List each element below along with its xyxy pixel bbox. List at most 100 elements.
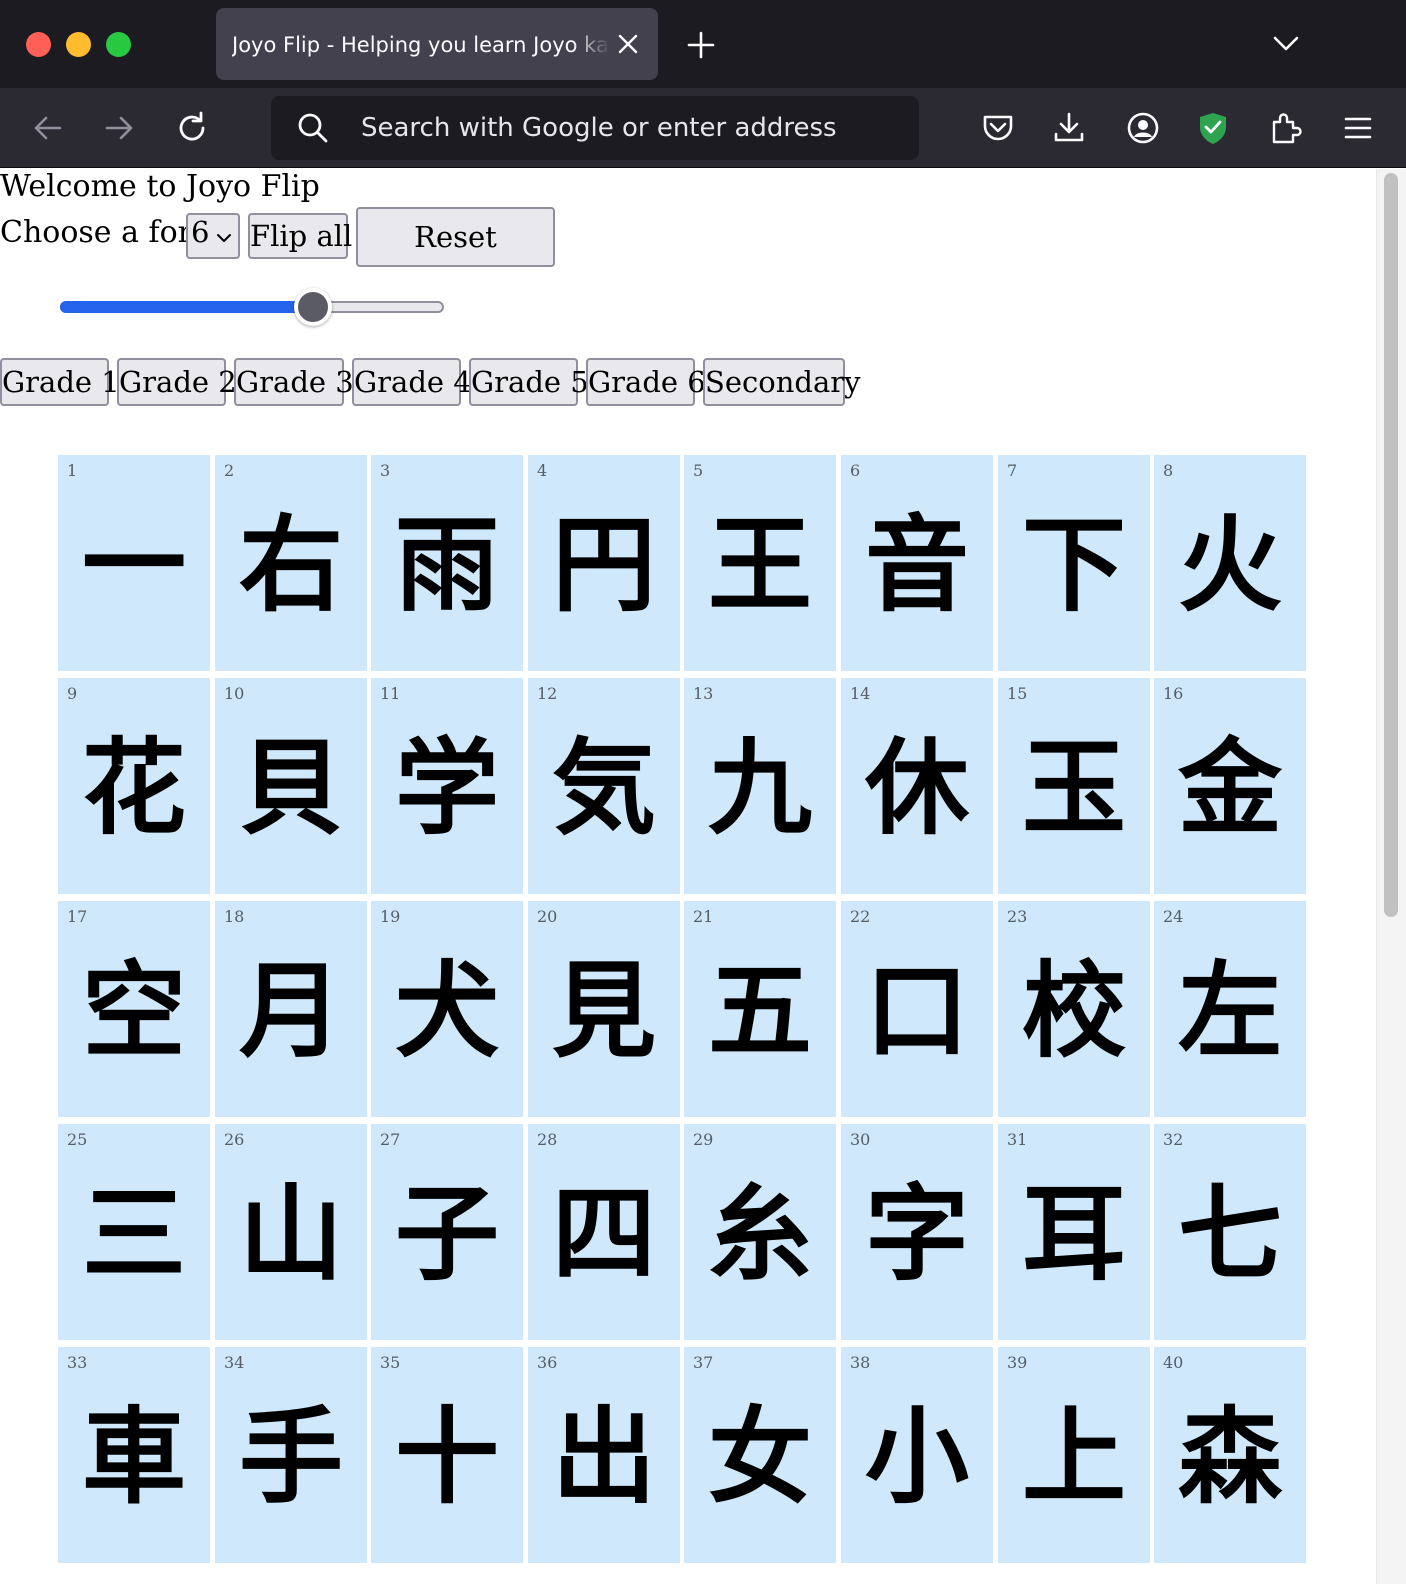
- forward-icon[interactable]: [101, 110, 137, 146]
- card-number: 28: [537, 1130, 558, 1149]
- kanji-card[interactable]: 11 学: [371, 678, 523, 894]
- kanji-card[interactable]: 1一: [58, 455, 210, 671]
- card-number: 12: [537, 684, 558, 703]
- slider-fill: [60, 301, 313, 313]
- grade-button-5[interactable]: Grade 5: [469, 358, 589, 406]
- kanji-card[interactable]: 23 校: [998, 901, 1150, 1117]
- kanji-card[interactable]: 16 金: [1154, 678, 1306, 894]
- plus-icon[interactable]: [686, 30, 716, 60]
- account-icon[interactable]: [1125, 110, 1161, 146]
- card-kanji: 上: [1021, 1395, 1126, 1518]
- card-kanji: 左: [1177, 949, 1282, 1072]
- card-number: 3: [380, 461, 391, 480]
- window-zoom-button[interactable]: [106, 32, 131, 57]
- kanji-card[interactable]: 36 出: [528, 1347, 680, 1563]
- back-icon[interactable]: [30, 110, 66, 146]
- kanji-card[interactable]: 18 月: [215, 901, 367, 1117]
- kanji-card[interactable]: 10 貝: [215, 678, 367, 894]
- card-number: 31: [1007, 1130, 1028, 1149]
- size-slider[interactable]: [60, 287, 444, 327]
- kanji-card[interactable]: 28 四: [528, 1124, 680, 1340]
- tab-title: Joyo Flip - Helping you learn Joyo kanji: [232, 33, 610, 57]
- flip-all-button[interactable]: Flip all: [248, 213, 352, 259]
- grade-button-4[interactable]: Grade 4: [352, 358, 472, 406]
- kanji-card[interactable]: 13 九: [684, 678, 836, 894]
- font-select[interactable]: 6: [186, 213, 240, 259]
- kanji-card[interactable]: 20 見: [528, 901, 680, 1117]
- kanji-card[interactable]: 3雨: [371, 455, 523, 671]
- window-minimize-button[interactable]: [66, 32, 91, 57]
- browser-nav-bar: [0, 88, 1406, 168]
- kanji-card[interactable]: 26 山: [215, 1124, 367, 1340]
- kanji-card[interactable]: 40 森: [1154, 1347, 1306, 1563]
- kanji-card[interactable]: 4円: [528, 455, 680, 671]
- kanji-card[interactable]: 24 左: [1154, 901, 1306, 1117]
- kanji-card[interactable]: 14 休: [841, 678, 993, 894]
- kanji-card[interactable]: 35 十: [371, 1347, 523, 1563]
- scroll-thumb[interactable]: [1384, 173, 1398, 917]
- grade-button-3[interactable]: Grade 3: [234, 358, 354, 406]
- close-icon[interactable]: [614, 30, 642, 58]
- kanji-card[interactable]: 17 空: [58, 901, 210, 1117]
- window-close-button[interactable]: [26, 32, 51, 57]
- kanji-card[interactable]: 31 耳: [998, 1124, 1150, 1340]
- kanji-card[interactable]: 34 手: [215, 1347, 367, 1563]
- card-number: 9: [67, 684, 78, 703]
- kanji-card[interactable]: 33 車: [58, 1347, 210, 1563]
- address-bar[interactable]: [271, 96, 919, 160]
- page-content: Welcome to Joyo Flip Choose a font 6 Fli…: [0, 169, 1376, 1584]
- kanji-card[interactable]: 39 上: [998, 1347, 1150, 1563]
- page-scrollbar[interactable]: [1376, 169, 1406, 1584]
- card-number: 29: [693, 1130, 714, 1149]
- kanji-card[interactable]: 25 三: [58, 1124, 210, 1340]
- shield-extension-icon[interactable]: [1195, 110, 1231, 146]
- kanji-card[interactable]: 5王: [684, 455, 836, 671]
- kanji-card[interactable]: 19 犬: [371, 901, 523, 1117]
- card-kanji: 一: [81, 503, 186, 626]
- kanji-card[interactable]: 12 気: [528, 678, 680, 894]
- menu-icon[interactable]: [1340, 110, 1376, 146]
- card-number: 25: [67, 1130, 88, 1149]
- card-kanji: 女: [707, 1395, 812, 1518]
- kanji-card[interactable]: 21 五: [684, 901, 836, 1117]
- card-kanji: 車: [81, 1395, 186, 1518]
- kanji-card[interactable]: 30 字: [841, 1124, 993, 1340]
- kanji-card[interactable]: 15 玉: [998, 678, 1150, 894]
- kanji-card[interactable]: 6音: [841, 455, 993, 671]
- card-number: 11: [380, 684, 401, 703]
- reset-button[interactable]: Reset: [356, 207, 555, 267]
- welcome-heading: Welcome to Joyo Flip: [0, 169, 320, 204]
- grade-button-6[interactable]: Grade 6: [586, 358, 706, 406]
- card-number: 21: [693, 907, 714, 926]
- slider-thumb[interactable]: [294, 288, 332, 326]
- kanji-card[interactable]: 29 糸: [684, 1124, 836, 1340]
- kanji-card[interactable]: 27 子: [371, 1124, 523, 1340]
- card-number: 26: [224, 1130, 245, 1149]
- card-number: 8: [1163, 461, 1174, 480]
- card-kanji: 花: [81, 726, 186, 849]
- card-kanji: 気: [551, 726, 656, 849]
- grade-button-1[interactable]: Grade 1: [0, 358, 120, 406]
- active-tab[interactable]: Joyo Flip - Helping you learn Joyo kanji: [216, 8, 658, 80]
- kanji-card[interactable]: 32 七: [1154, 1124, 1306, 1340]
- chevron-down-icon[interactable]: [1271, 32, 1301, 56]
- card-kanji: 見: [551, 949, 656, 1072]
- card-number: 37: [693, 1353, 714, 1372]
- extensions-icon[interactable]: [1268, 110, 1304, 146]
- reload-icon[interactable]: [174, 110, 210, 146]
- kanji-card[interactable]: 8火: [1154, 455, 1306, 671]
- kanji-card[interactable]: 38 小: [841, 1347, 993, 1563]
- kanji-card[interactable]: 2右: [215, 455, 367, 671]
- grade-button-2[interactable]: Grade 2: [117, 358, 237, 406]
- download-icon[interactable]: [1051, 110, 1087, 146]
- grade-button-7[interactable]: Secondary: [703, 358, 861, 406]
- card-number: 36: [537, 1353, 558, 1372]
- kanji-card[interactable]: 9花: [58, 678, 210, 894]
- kanji-card[interactable]: 37 女: [684, 1347, 836, 1563]
- kanji-card[interactable]: 22 口: [841, 901, 993, 1117]
- address-input[interactable]: [361, 96, 901, 160]
- kanji-card[interactable]: 7下: [998, 455, 1150, 671]
- pocket-icon[interactable]: [980, 110, 1016, 146]
- card-kanji: 糸: [707, 1172, 812, 1295]
- card-number: 13: [693, 684, 714, 703]
